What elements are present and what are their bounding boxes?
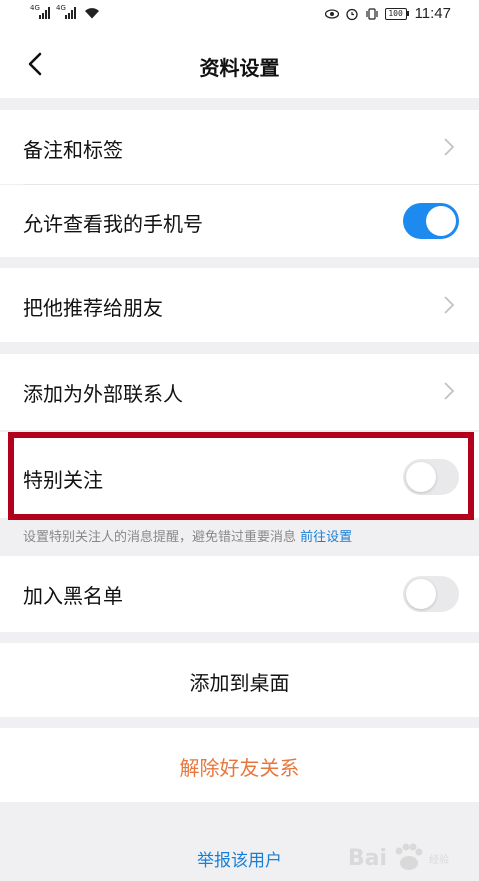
status-left: 4G 4G — [30, 4, 100, 19]
toggle-knob — [406, 579, 436, 609]
wifi-icon — [84, 7, 100, 19]
remove-friend-button[interactable]: 解除好友关系 — [0, 728, 479, 802]
paw-logo-icon — [391, 843, 425, 873]
signal-bars-icon — [39, 7, 50, 19]
watermark-brand: Bai — [347, 845, 387, 871]
allow-phone-toggle[interactable] — [403, 203, 459, 239]
toggle-knob — [426, 206, 456, 236]
signal-bars-icon — [65, 7, 76, 19]
special-follow-hint: 设置特别关注人的消息提醒，避免错过重要消息 前往设置 — [23, 526, 352, 545]
blacklist-label: 加入黑名单 — [23, 584, 123, 608]
remark-row[interactable]: 备注和标签 — [0, 110, 479, 184]
add-external-label: 添加为外部联系人 — [23, 382, 183, 406]
watermark-sub: 经验 — [429, 854, 449, 866]
signal-1-tag: 4G — [30, 4, 40, 12]
clock-time: 11:47 — [414, 5, 451, 22]
chevron-right-icon — [443, 137, 455, 157]
vibrate-icon — [365, 7, 379, 21]
nav-bar: 资料设置 — [0, 30, 479, 98]
goto-settings-link[interactable]: 前往设置 — [300, 530, 352, 545]
status-bar: 4G 4G 100 11:47 — [0, 0, 479, 30]
signal-2: 4G — [56, 4, 76, 19]
recommend-row[interactable]: 把他推荐给朋友 — [0, 268, 479, 342]
add-desktop-button[interactable]: 添加到桌面 — [0, 643, 479, 717]
add-external-row[interactable]: 添加为外部联系人 — [0, 354, 479, 430]
battery-level: 100 — [384, 7, 407, 20]
hint-text: 设置特别关注人的消息提醒，避免错过重要消息 — [23, 530, 301, 545]
add-desktop-label: 添加到桌面 — [189, 671, 290, 695]
signal-2-tag: 4G — [56, 4, 66, 12]
blacklist-row: 加入黑名单 — [0, 556, 479, 632]
signal-1: 4G — [30, 4, 50, 19]
page-title: 资料设置 — [199, 56, 280, 80]
allow-phone-label: 允许查看我的手机号 — [23, 212, 203, 236]
battery-icon: 100 — [384, 7, 409, 20]
chevron-right-icon — [443, 381, 455, 401]
eye-icon — [324, 7, 339, 21]
remove-friend-label: 解除好友关系 — [179, 756, 300, 780]
recommend-label: 把他推荐给朋友 — [23, 296, 163, 320]
chevron-right-icon — [443, 295, 455, 315]
highlight-box — [8, 432, 474, 520]
baidu-watermark: Bai 经验 — [348, 843, 449, 873]
allow-phone-row: 允许查看我的手机号 — [0, 185, 479, 257]
alarm-icon — [345, 7, 359, 21]
remark-label: 备注和标签 — [23, 138, 123, 162]
status-right: 100 11:47 — [324, 5, 451, 22]
blacklist-toggle[interactable] — [403, 576, 459, 612]
